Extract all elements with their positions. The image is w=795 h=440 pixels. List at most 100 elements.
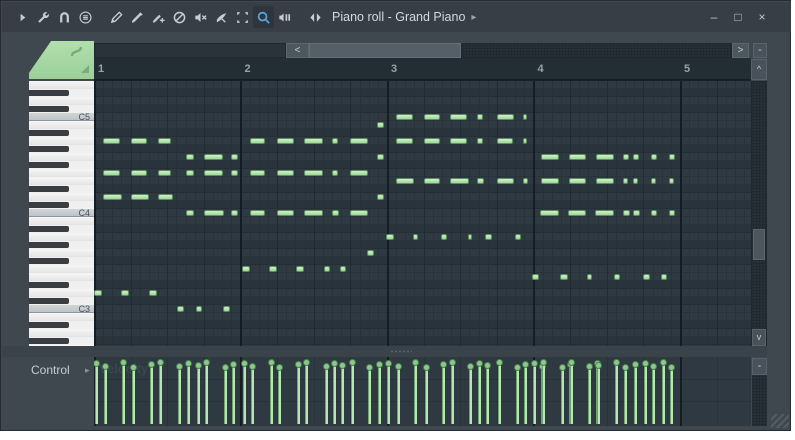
midi-note-E4[interactable] xyxy=(651,178,656,184)
velocity-handle[interactable] xyxy=(484,362,491,369)
midi-note-E4[interactable] xyxy=(477,178,485,184)
velocity-bar[interactable] xyxy=(132,367,135,424)
velocity-bar[interactable] xyxy=(270,362,273,424)
velocity-bar[interactable] xyxy=(122,362,125,424)
piano-key-white[interactable] xyxy=(29,169,94,177)
midi-note-C4[interactable] xyxy=(350,210,368,216)
velocity-bar[interactable] xyxy=(232,364,235,424)
vscroll-down-arrow[interactable]: v xyxy=(752,329,766,346)
velocity-handle[interactable] xyxy=(249,363,256,370)
piano-roll-corner-widget[interactable] xyxy=(29,41,94,79)
delete-icon[interactable] xyxy=(169,6,190,28)
velocity-handle[interactable] xyxy=(467,363,474,370)
timeline-ruler[interactable]: 12345 xyxy=(94,58,751,81)
hscroll-right-arrow[interactable]: > xyxy=(732,43,749,58)
midi-note-F4[interactable] xyxy=(231,170,238,176)
velocity-bar[interactable] xyxy=(597,365,600,424)
midi-note-A3[interactable] xyxy=(468,234,473,240)
midi-note-E4[interactable] xyxy=(596,178,615,184)
piano-key-C3[interactable]: C3 xyxy=(29,305,94,313)
hscroll-track-left[interactable] xyxy=(94,43,286,58)
velocity-handle[interactable] xyxy=(632,361,639,368)
midi-note-C4[interactable] xyxy=(651,210,658,216)
piano-key-black[interactable] xyxy=(29,145,94,153)
wrench-icon[interactable] xyxy=(33,6,54,28)
mute-icon[interactable] xyxy=(190,6,211,28)
velocity-bar[interactable] xyxy=(624,367,627,424)
piano-key-black[interactable] xyxy=(29,337,94,345)
midi-note-G4[interactable] xyxy=(633,154,639,160)
velocity-handle[interactable] xyxy=(331,360,338,367)
midi-note-F4[interactable] xyxy=(350,170,368,176)
piano-key-black[interactable] xyxy=(29,89,94,97)
midi-note-G4[interactable] xyxy=(204,154,224,160)
piano-key-white[interactable] xyxy=(29,265,94,273)
midi-note-F4[interactable] xyxy=(158,170,171,176)
midi-note-E4[interactable] xyxy=(669,178,674,184)
midi-note-C3[interactable] xyxy=(196,306,203,312)
piano-key-black[interactable] xyxy=(29,161,94,169)
piano-key-white[interactable] xyxy=(29,273,94,281)
midi-note-F4[interactable] xyxy=(131,170,148,176)
velocity-handle[interactable] xyxy=(650,363,657,370)
control-lane-collapse-button[interactable]: - xyxy=(752,358,767,375)
panel-arrow-icon[interactable] xyxy=(12,6,33,28)
midi-note-G4[interactable] xyxy=(377,154,384,160)
velocity-handle[interactable] xyxy=(157,359,164,366)
midi-note-C5[interactable] xyxy=(523,114,527,120)
velocity-bar[interactable] xyxy=(397,366,400,424)
velocity-handle[interactable] xyxy=(185,360,192,367)
midi-note-F4[interactable] xyxy=(304,170,324,176)
vscroll-track[interactable]: v xyxy=(751,81,767,346)
velocity-bar[interactable] xyxy=(570,362,573,424)
midi-note-E3[interactable] xyxy=(560,274,568,280)
midi-note-A4[interactable] xyxy=(332,138,338,144)
midi-note-C4[interactable] xyxy=(277,210,294,216)
piano-key-white[interactable] xyxy=(29,177,94,185)
velocity-bar[interactable] xyxy=(341,365,344,424)
velocity-handle[interactable] xyxy=(613,359,620,366)
midi-note-E4[interactable] xyxy=(497,178,514,184)
vscroll-up-arrow[interactable]: ^ xyxy=(751,59,767,80)
midi-note-C5[interactable] xyxy=(450,114,467,120)
velocity-bar[interactable] xyxy=(486,365,489,424)
piano-key-black[interactable] xyxy=(29,129,94,137)
midi-note-G4[interactable] xyxy=(541,154,559,160)
velocity-bar[interactable] xyxy=(351,362,354,424)
velocity-bar[interactable] xyxy=(305,362,308,424)
velocity-bar[interactable] xyxy=(561,367,564,424)
hscroll-left-arrow[interactable]: < xyxy=(286,43,309,58)
midi-note-G4[interactable] xyxy=(623,154,629,160)
velocity-handle[interactable] xyxy=(230,361,237,368)
midi-note-E4[interactable] xyxy=(523,178,528,184)
menu-icon[interactable] xyxy=(75,6,96,28)
velocity-handle[interactable] xyxy=(148,361,155,368)
piano-key-black[interactable] xyxy=(29,241,94,249)
velocity-bar[interactable] xyxy=(159,362,162,424)
midi-note-A4[interactable] xyxy=(396,138,413,144)
midi-note-A4[interactable] xyxy=(497,138,513,144)
velocity-handle[interactable] xyxy=(514,364,521,371)
velocity-bar[interactable] xyxy=(150,364,153,424)
midi-note-A4[interactable] xyxy=(250,138,265,144)
velocity-handle[interactable] xyxy=(476,360,483,367)
midi-note-G4[interactable] xyxy=(186,154,195,160)
midi-note-G3[interactable] xyxy=(367,250,374,256)
velocity-handle[interactable] xyxy=(496,359,503,366)
velocity-bar[interactable] xyxy=(442,364,445,424)
midi-note-F3[interactable] xyxy=(269,266,277,272)
midi-note-E4[interactable] xyxy=(424,178,440,184)
midi-note-F4[interactable] xyxy=(250,170,265,176)
velocity-handle[interactable] xyxy=(241,360,248,367)
velocity-handle[interactable] xyxy=(349,359,356,366)
midi-note-C5[interactable] xyxy=(424,114,440,120)
piano-key-white[interactable] xyxy=(29,137,94,145)
midi-note-D4[interactable] xyxy=(158,194,173,200)
velocity-handle[interactable] xyxy=(268,359,275,366)
maximize-button[interactable]: □ xyxy=(731,10,745,24)
velocity-bar[interactable] xyxy=(469,366,472,424)
velocity-bar[interactable] xyxy=(516,367,519,424)
velocity-bar[interactable] xyxy=(104,366,107,424)
velocity-handle[interactable] xyxy=(130,364,137,371)
note-grid[interactable] xyxy=(94,81,751,346)
